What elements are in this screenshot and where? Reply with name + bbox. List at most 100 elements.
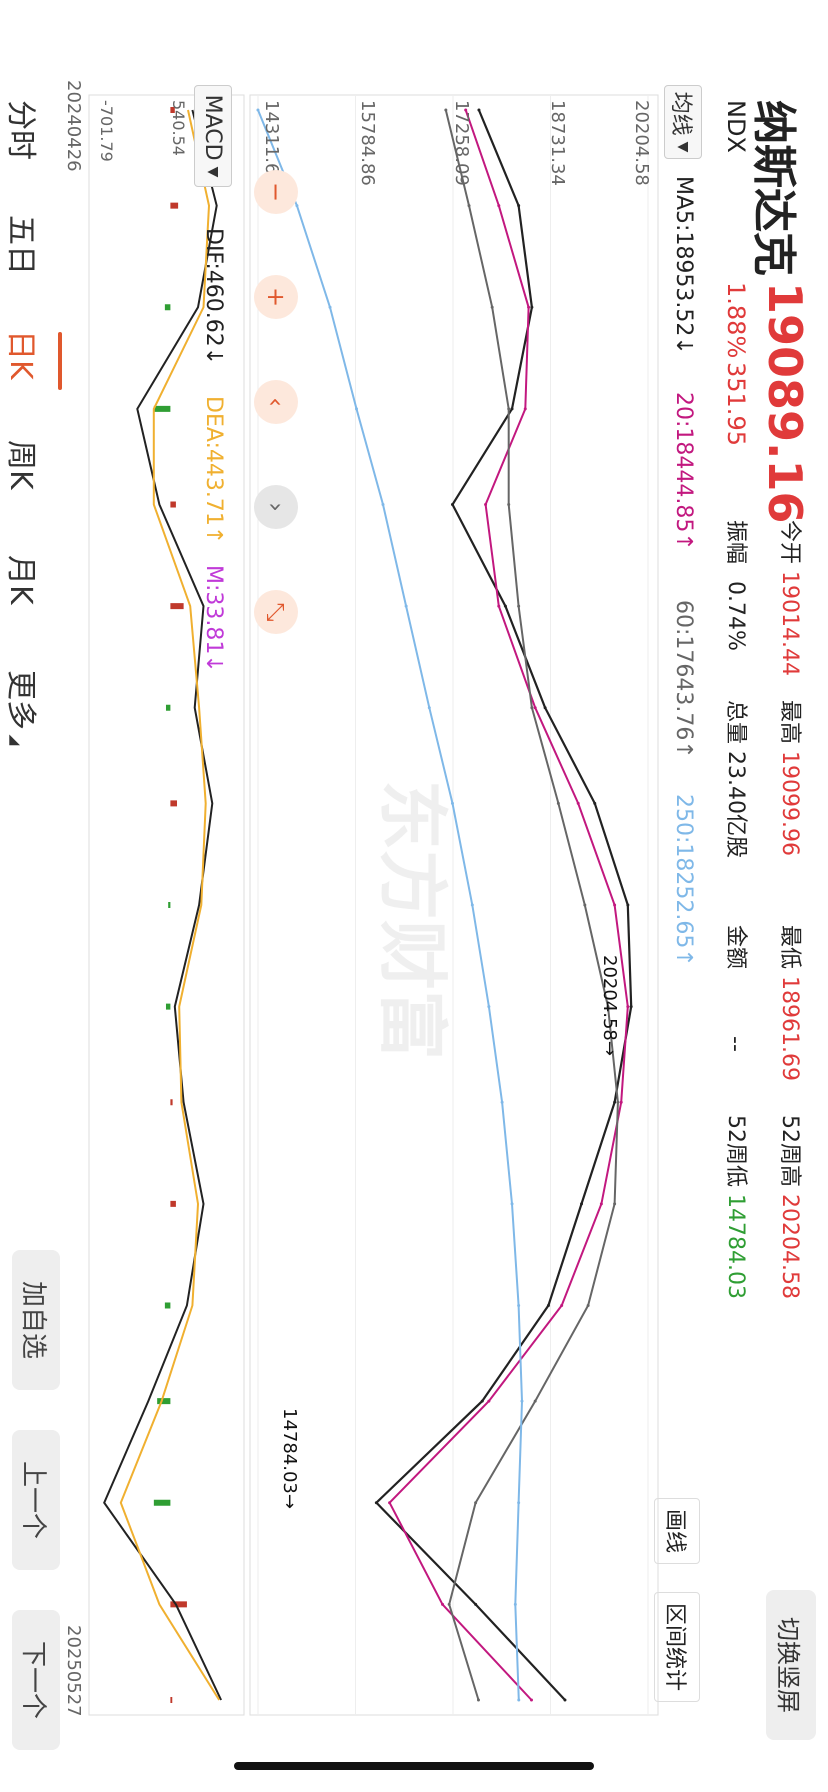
add-watchlist-button[interactable]: 加自选 bbox=[12, 1250, 60, 1390]
series-point bbox=[477, 108, 481, 112]
macd-bar bbox=[170, 1601, 187, 1608]
series-point bbox=[474, 1501, 478, 1505]
series-point bbox=[441, 1602, 445, 1606]
series-point bbox=[530, 706, 534, 710]
series-point bbox=[517, 1698, 521, 1702]
previous-button[interactable]: 上一个 bbox=[12, 1430, 60, 1570]
scroll-left-button[interactable]: ‹ bbox=[254, 380, 298, 424]
series-point bbox=[497, 204, 501, 208]
macd-bar bbox=[170, 800, 178, 807]
series-point bbox=[533, 706, 537, 710]
landscape-screen: 纳斯达克 NDX 19089.16 1.88% 351.95 今开 19014.… bbox=[0, 0, 828, 1792]
series-point bbox=[507, 407, 511, 411]
dif-value: DIF:460.62↓ bbox=[201, 228, 226, 366]
macd-bar bbox=[153, 1499, 171, 1506]
tab-weekly-k[interactable]: 周K bbox=[2, 440, 46, 490]
max-price-annotation: 20204.58→ bbox=[599, 955, 620, 1056]
macd-axis-label: -701.79 bbox=[97, 100, 116, 162]
watermark: 东方财富 bbox=[371, 780, 453, 1060]
price-axis-label: 15784.86 bbox=[357, 100, 378, 186]
series-point bbox=[580, 1202, 584, 1206]
series-point bbox=[507, 503, 511, 507]
series-point bbox=[510, 1202, 514, 1206]
series-point bbox=[546, 1303, 550, 1307]
series-point bbox=[355, 407, 359, 411]
macd-bar bbox=[165, 704, 171, 711]
series-point bbox=[563, 1698, 567, 1702]
series-point bbox=[543, 706, 547, 710]
macd-bar bbox=[153, 405, 171, 412]
series-point bbox=[530, 305, 534, 309]
tab-five-day[interactable]: 五日 bbox=[2, 215, 46, 275]
price-axis-label: 20204.58 bbox=[631, 100, 652, 186]
macd-bar bbox=[165, 1003, 171, 1010]
series-point bbox=[503, 604, 507, 608]
macd-axis-label: 540.54 bbox=[169, 100, 188, 156]
series-point bbox=[510, 407, 514, 411]
series-point bbox=[616, 1100, 620, 1104]
series-point bbox=[490, 305, 494, 309]
series-point bbox=[450, 503, 454, 507]
series-point bbox=[529, 1698, 533, 1702]
macd-bar bbox=[170, 603, 184, 610]
caret-icon: ◢ bbox=[7, 730, 23, 746]
tab-more[interactable]: 更多 ◢ bbox=[2, 670, 46, 745]
series-point bbox=[613, 903, 617, 907]
series-point bbox=[556, 801, 560, 805]
series-point bbox=[517, 204, 521, 208]
macd-bar bbox=[170, 501, 176, 508]
chevron-down-icon: ▼ bbox=[205, 166, 221, 178]
series-point bbox=[374, 1501, 378, 1505]
period-tabs: 分时 五日 日K 周K 月K 更多 ◢ 加自选 上一个 下一个 bbox=[0, 0, 68, 1792]
dea-value: DEA:443.71↑ bbox=[201, 396, 226, 545]
series-point bbox=[619, 1100, 623, 1104]
series-point bbox=[470, 903, 474, 907]
active-tab-indicator bbox=[58, 332, 62, 390]
series-point bbox=[480, 1399, 484, 1403]
series-point bbox=[517, 1303, 521, 1307]
series-point bbox=[513, 1602, 517, 1606]
series-point bbox=[599, 1202, 603, 1206]
scroll-right-button[interactable]: › bbox=[254, 485, 298, 529]
macd-bar bbox=[168, 902, 171, 908]
series-point bbox=[576, 801, 580, 805]
series-point bbox=[476, 1698, 480, 1702]
macd-bar bbox=[164, 304, 171, 311]
series-point bbox=[583, 903, 587, 907]
series-point bbox=[328, 305, 332, 309]
macd-bar bbox=[170, 1200, 176, 1207]
tab-timeshare[interactable]: 分时 bbox=[2, 100, 46, 160]
series-point bbox=[517, 1501, 521, 1505]
macd-selector[interactable]: MACD ▼ bbox=[194, 85, 232, 187]
series-point bbox=[586, 1303, 590, 1307]
series-point bbox=[295, 204, 299, 208]
tab-daily-k[interactable]: 日K bbox=[2, 330, 46, 380]
zoom-in-button[interactable]: + bbox=[254, 275, 298, 319]
macd-bar bbox=[170, 1099, 173, 1106]
min-price-annotation: 14784.03→ bbox=[279, 1408, 300, 1509]
series-point bbox=[520, 1399, 524, 1403]
price-axis-label: 17258.09 bbox=[451, 100, 472, 186]
macd-bar bbox=[157, 1398, 171, 1405]
series-point bbox=[593, 801, 597, 805]
zoom-out-button[interactable]: − bbox=[254, 170, 298, 214]
series-point bbox=[560, 1303, 564, 1307]
next-button[interactable]: 下一个 bbox=[12, 1610, 60, 1750]
series-point bbox=[388, 1501, 392, 1505]
series-point bbox=[404, 604, 408, 608]
series-point bbox=[533, 1399, 537, 1403]
series-point bbox=[381, 503, 385, 507]
tab-monthly-k[interactable]: 月K bbox=[2, 555, 46, 605]
series-point bbox=[447, 1602, 451, 1606]
series-point bbox=[626, 1005, 630, 1009]
series-point bbox=[427, 706, 431, 710]
series-point bbox=[444, 108, 448, 112]
collapse-icon[interactable]: ⤡ bbox=[254, 590, 298, 634]
series-point bbox=[256, 108, 260, 112]
macd-bar bbox=[164, 1302, 171, 1309]
series-point bbox=[487, 1005, 491, 1009]
macd-bar bbox=[170, 1697, 173, 1703]
series-point bbox=[527, 305, 531, 309]
series-point bbox=[474, 1602, 478, 1606]
series-point bbox=[613, 1202, 617, 1206]
